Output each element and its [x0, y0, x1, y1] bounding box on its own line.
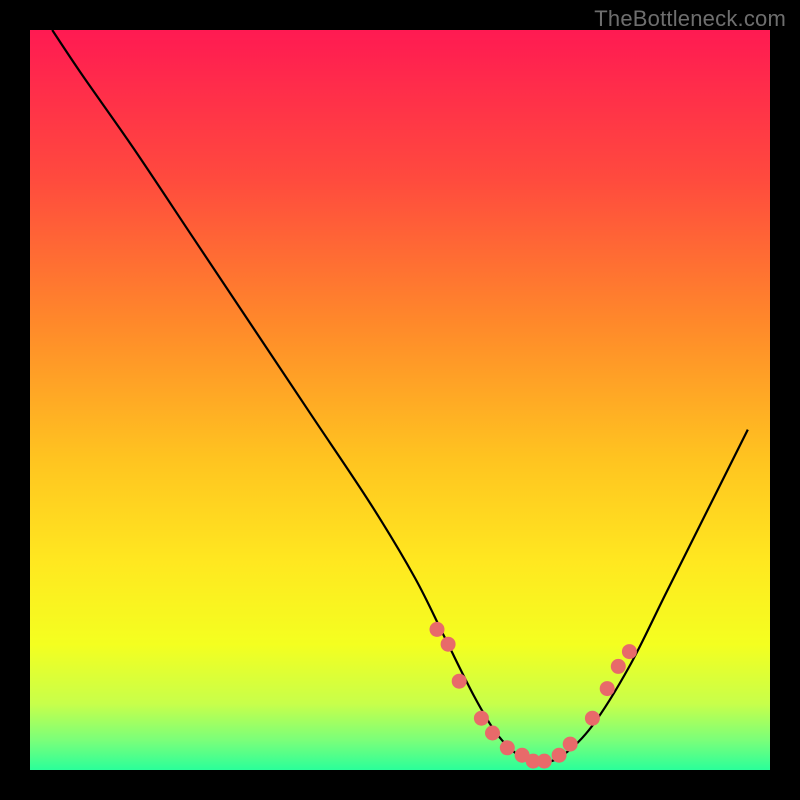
watermark-text: TheBottleneck.com — [594, 6, 786, 32]
highlight-marker — [485, 726, 500, 741]
bottleneck-chart — [0, 0, 800, 800]
highlight-marker — [430, 622, 445, 637]
highlight-marker — [611, 659, 626, 674]
highlight-marker — [441, 637, 456, 652]
highlight-marker — [500, 740, 515, 755]
highlight-marker — [585, 711, 600, 726]
highlight-marker — [622, 644, 637, 659]
highlight-marker — [474, 711, 489, 726]
highlight-marker — [452, 674, 467, 689]
plot-background — [30, 30, 770, 770]
highlight-marker — [552, 748, 567, 763]
highlight-marker — [537, 754, 552, 769]
highlight-marker — [600, 681, 615, 696]
highlight-marker — [563, 737, 578, 752]
